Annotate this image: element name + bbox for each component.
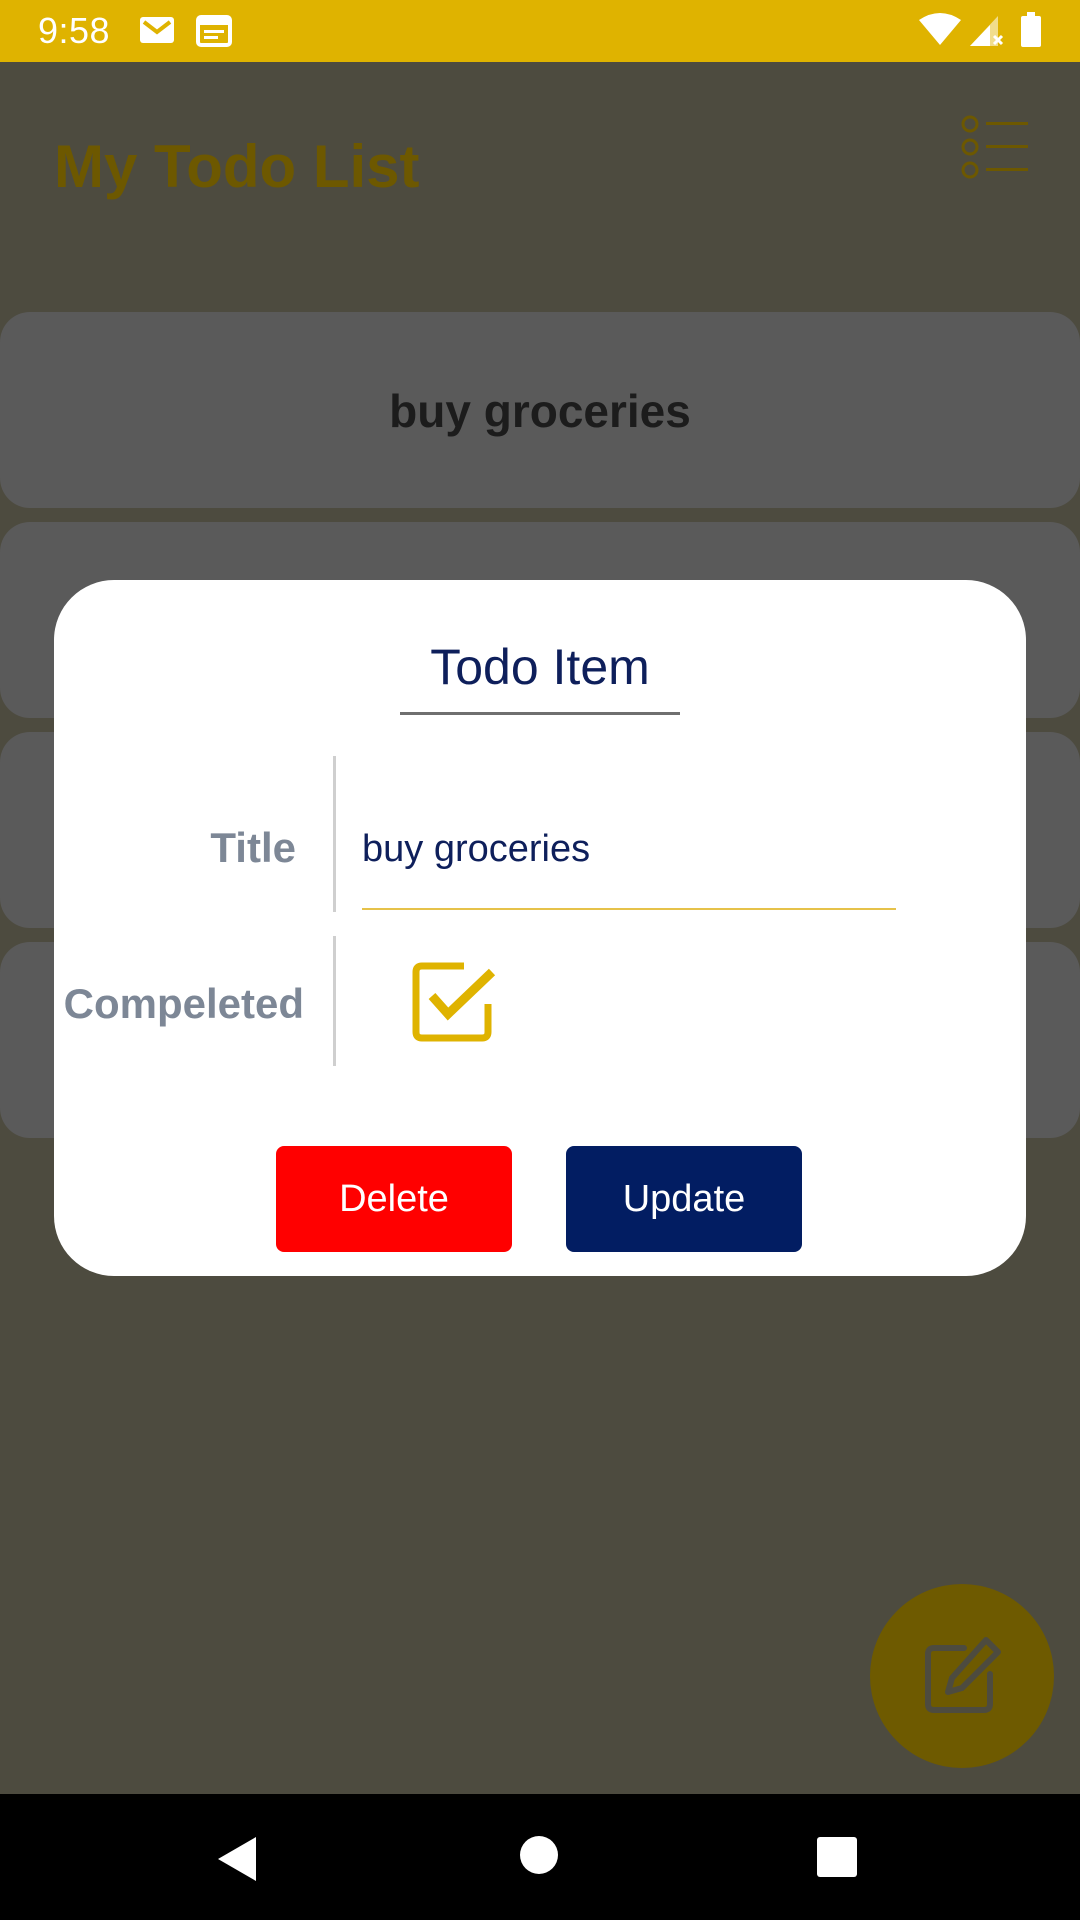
checkbox-checked-icon [412,962,496,1042]
divider [333,756,336,912]
home-icon[interactable] [518,1834,560,1881]
navigation-bar [0,1794,1080,1920]
mail-icon [139,15,175,50]
battery-icon [1020,12,1042,53]
dialog-title: Todo Item [430,639,650,695]
calendar-icon [196,13,232,52]
title-input[interactable] [362,820,896,878]
completed-checkbox[interactable] [412,960,496,1049]
todo-card-title: buy groceries [389,385,691,437]
delete-button[interactable]: Delete [276,1146,512,1252]
wifi-icon [918,12,962,51]
todo-card[interactable]: buy groceries [0,312,1080,508]
dialog-title-underline [400,712,680,715]
title-input-underline [362,908,896,910]
app-title: My Todo List [54,133,420,200]
completed-label: Compeleted [63,980,304,1027]
update-button[interactable]: Update [566,1146,802,1252]
signal-icon [968,12,1004,53]
divider [333,936,336,1066]
status-time: 9:58 [38,10,111,51]
edit-icon [925,1637,1001,1713]
back-icon[interactable] [214,1834,260,1889]
title-label: Title [210,824,296,871]
list-icon[interactable] [960,114,1030,185]
status-bar: 9:58 [0,0,1080,62]
todo-dialog: Todo Item Title Compeleted Delete Update [54,580,1026,1276]
add-todo-fab[interactable] [870,1584,1054,1768]
recents-icon[interactable] [816,1836,858,1883]
